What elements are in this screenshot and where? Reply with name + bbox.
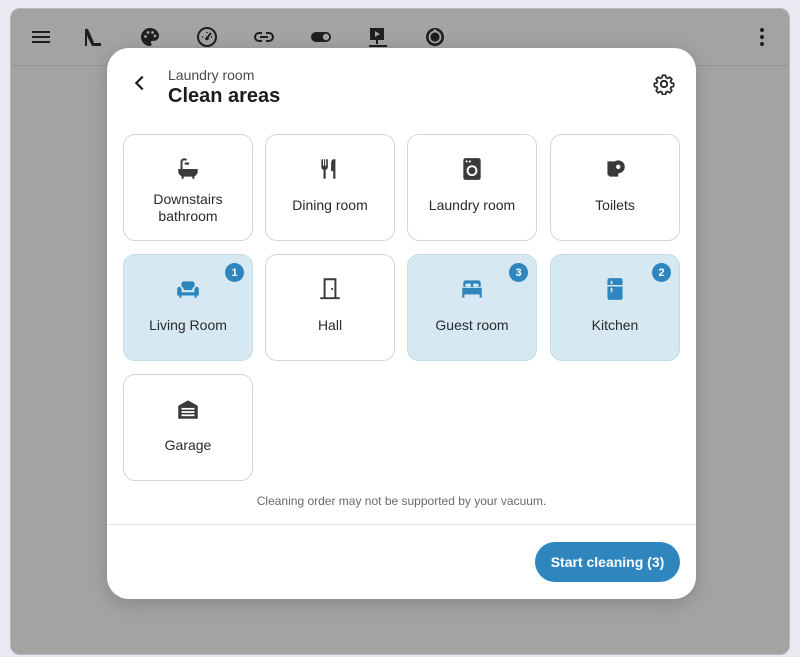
area-tile-laundry-room[interactable]: Laundry room (407, 134, 537, 241)
order-badge: 3 (509, 263, 528, 282)
area-label: Dining room (292, 197, 368, 213)
more-vert-icon[interactable] (749, 24, 775, 50)
divider (107, 524, 696, 525)
sofa-icon (174, 275, 202, 303)
slide-icon[interactable] (80, 24, 106, 50)
area-tile-toilets[interactable]: Toilets (550, 134, 680, 241)
presentation-icon[interactable] (365, 24, 391, 50)
area-label: Kitchen (591, 317, 639, 333)
settings-button[interactable] (651, 71, 677, 97)
bathtub-icon (174, 155, 202, 183)
gauge-icon[interactable] (194, 24, 220, 50)
area-label: Garage (164, 437, 212, 453)
garage-icon (174, 395, 202, 423)
area-label: Hall (317, 317, 343, 333)
area-tile-garage[interactable]: Garage (123, 374, 253, 481)
bed-icon (458, 275, 486, 303)
dialog-title: Clean areas (168, 85, 281, 107)
back-button[interactable] (127, 70, 153, 96)
area-label: Living Room (149, 317, 227, 333)
area-tile-hall[interactable]: Hall (265, 254, 395, 361)
area-tile-living-room[interactable]: 1 Living Room (123, 254, 253, 361)
start-cleaning-button[interactable]: Start cleaning (3) (535, 542, 680, 582)
menu-icon[interactable] (28, 24, 54, 50)
area-label: Laundry room (428, 197, 516, 213)
area-tile-downstairs-bathroom[interactable]: Downstairs bathroom (123, 134, 253, 241)
robot-vacuum-icon[interactable] (422, 24, 448, 50)
area-tile-dining-room[interactable]: Dining room (265, 134, 395, 241)
palette-icon[interactable] (137, 24, 163, 50)
silverware-icon (316, 155, 344, 183)
chevron-left-icon (134, 75, 144, 91)
area-label: Toilets (595, 197, 635, 213)
door-icon (316, 275, 344, 303)
toggle-icon[interactable] (308, 24, 334, 50)
order-badge: 2 (652, 263, 671, 282)
toilet-paper-icon (601, 155, 629, 183)
link-icon[interactable] (251, 24, 277, 50)
area-label: Downstairs bathroom (153, 191, 223, 224)
area-tile-guest-room[interactable]: 3 Guest room (407, 254, 537, 361)
clean-areas-dialog: Laundry room Clean areas Downstairs bath… (107, 48, 696, 599)
fridge-icon (601, 275, 629, 303)
order-badge: 1 (225, 263, 244, 282)
washing-machine-icon (458, 155, 486, 183)
area-tile-kitchen[interactable]: 2 Kitchen (550, 254, 680, 361)
area-label: Guest room (435, 317, 509, 333)
dialog-subtitle: Laundry room (168, 67, 255, 83)
cleaning-order-note: Cleaning order may not be supported by y… (256, 494, 547, 508)
gear-icon (653, 74, 675, 95)
